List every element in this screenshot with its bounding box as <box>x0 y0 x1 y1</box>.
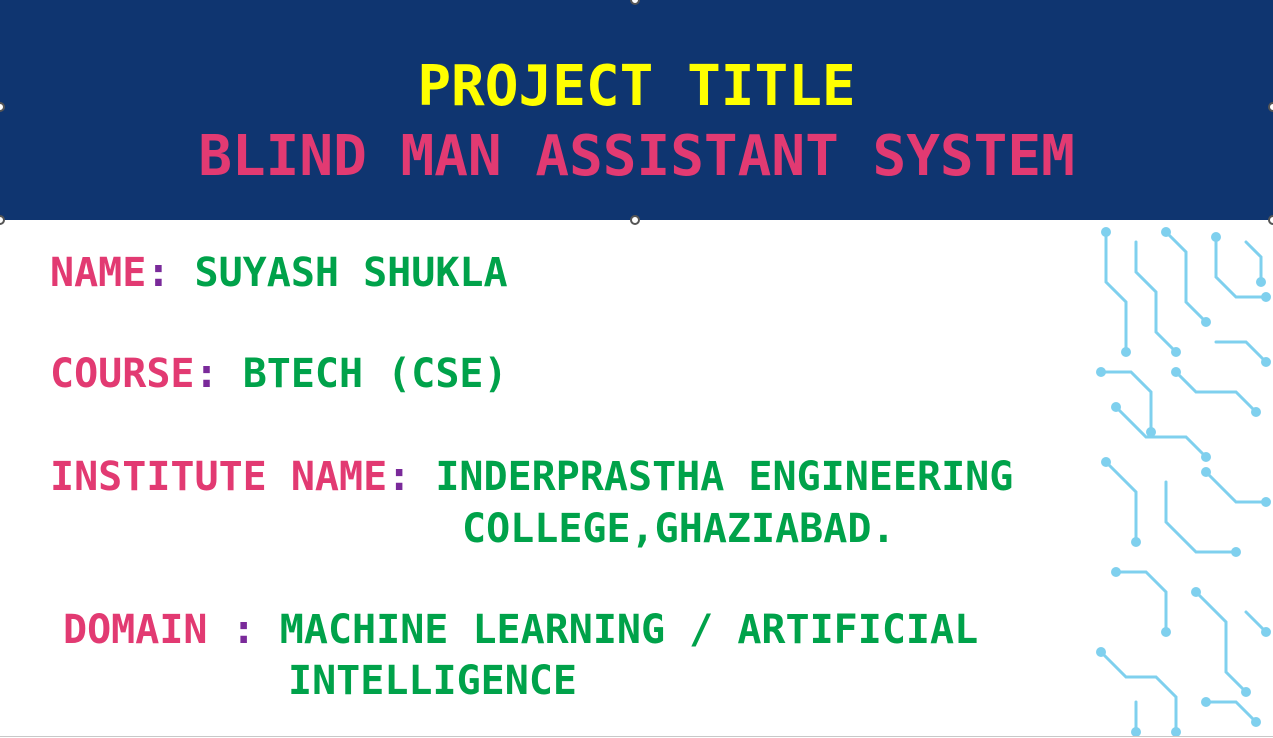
resize-handle-bottom-left[interactable] <box>0 215 5 225</box>
header-banner: PROJECT TITLE BLIND MAN ASSISTANT SYSTEM <box>0 0 1273 220</box>
domain-label: DOMAIN <box>63 607 208 653</box>
name-label: NAME <box>50 250 147 296</box>
name-separator: : <box>146 250 171 296</box>
institute-separator: : <box>387 454 412 500</box>
name-value: SUYASH SHUKLA <box>194 250 508 296</box>
institute-value-line1: INDERPRASTHA ENGINEERING <box>435 454 1014 500</box>
circuit-board-icon <box>1096 227 1271 737</box>
domain-row: DOMAIN : MACHINE LEARNING / ARTIFICIAL <box>63 606 978 654</box>
domain-value-line2: INTELLIGENCE <box>288 658 577 704</box>
course-row: COURSE: BTECH (CSE) <box>50 350 508 398</box>
resize-handle-right[interactable] <box>1268 102 1273 112</box>
name-row: NAME: SUYASH SHUKLA <box>50 249 508 297</box>
course-value: BTECH (CSE) <box>242 351 508 397</box>
course-separator: : <box>194 351 219 397</box>
domain-value-line1: MACHINE LEARNING / ARTIFICIAL <box>279 607 979 653</box>
institute-label: INSTITUTE NAME <box>50 454 388 500</box>
project-title-heading: PROJECT TITLE <box>417 54 856 119</box>
resize-handle-bottom[interactable] <box>630 215 640 225</box>
institute-row: INSTITUTE NAME: INDERPRASTHA ENGINEERING <box>50 453 1013 501</box>
slide-bottom-border <box>0 736 1273 737</box>
project-title: BLIND MAN ASSISTANT SYSTEM <box>198 124 1075 189</box>
domain-separator: : <box>231 607 256 653</box>
course-label: COURSE <box>50 351 195 397</box>
institute-value-line2: COLLEGE,GHAZIABAD. <box>462 506 896 552</box>
